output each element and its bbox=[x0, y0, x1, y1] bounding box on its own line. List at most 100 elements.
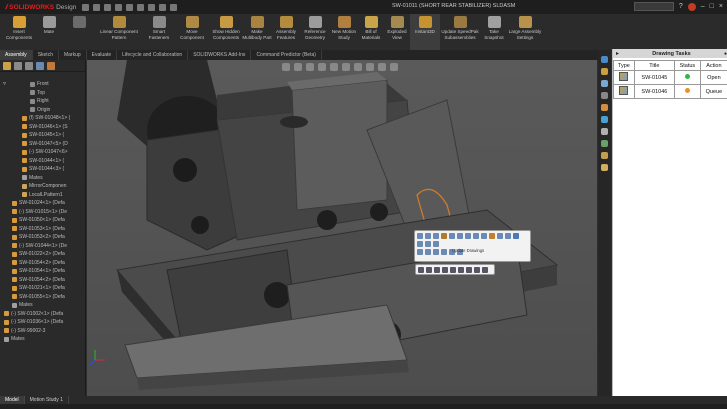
new-document-icon[interactable] bbox=[93, 3, 101, 11]
maximize-icon[interactable]: □ bbox=[710, 3, 714, 10]
ribbon-button[interactable]: Assembly Features bbox=[272, 14, 300, 50]
tree-item[interactable]: Origin bbox=[0, 106, 85, 115]
mate-context-icon[interactable] bbox=[457, 233, 463, 239]
component-filter-icon[interactable] bbox=[466, 267, 472, 273]
appearance-icon[interactable] bbox=[489, 233, 495, 239]
table-row[interactable]: SW-01045 Open bbox=[613, 70, 727, 85]
tree-item[interactable]: SW-01022<2> (Defa bbox=[0, 250, 85, 259]
vertex-filter-icon[interactable] bbox=[442, 267, 448, 273]
measure-icon[interactable] bbox=[441, 249, 447, 255]
update-drawings-icon[interactable] bbox=[513, 233, 519, 239]
custom-properties-icon[interactable] bbox=[601, 116, 608, 123]
column-header[interactable]: Status bbox=[673, 60, 701, 71]
sketch-icon[interactable] bbox=[417, 249, 423, 255]
tree-item[interactable]: (-) SW-01044<1> (De bbox=[0, 242, 85, 251]
normal-to-icon[interactable] bbox=[425, 241, 431, 247]
ribbon-button[interactable]: Make Multibody Part bbox=[242, 14, 272, 50]
appearances-icon[interactable] bbox=[601, 104, 608, 111]
tree-item[interactable]: SW-01024<1> (Defa bbox=[0, 199, 85, 208]
ribbon-button[interactable]: Mate bbox=[34, 14, 64, 50]
select-icon[interactable] bbox=[148, 3, 156, 11]
tree-item[interactable]: (-) SW-01015<1> (De bbox=[0, 208, 85, 217]
tree-item[interactable]: MirrorComponen bbox=[0, 182, 85, 191]
tree-item[interactable]: SW-01047<5> (D bbox=[0, 140, 85, 149]
solidworks-resources-icon[interactable] bbox=[601, 56, 608, 63]
ribbon-button[interactable]: New Motion Study bbox=[330, 14, 358, 50]
action-cell[interactable]: Open bbox=[699, 70, 727, 85]
plane-filter-icon[interactable] bbox=[450, 267, 456, 273]
ribbon-button[interactable]: Show Hidden Components bbox=[210, 14, 242, 50]
tree-item[interactable]: SW-01053<1> (Defa bbox=[0, 225, 85, 234]
ribbon-button[interactable]: Linear Component Pattern bbox=[94, 14, 144, 50]
drawing-tasks-icon[interactable] bbox=[601, 152, 608, 159]
zoom-selection-icon[interactable] bbox=[417, 241, 423, 247]
float-icon[interactable] bbox=[481, 233, 487, 239]
rebuild-icon[interactable] bbox=[159, 3, 167, 11]
tree-item[interactable]: SW-01053<2> (Defa bbox=[0, 233, 85, 242]
undo-icon[interactable] bbox=[137, 3, 145, 11]
tree-item[interactable]: SW-01044<3> ( bbox=[0, 165, 85, 174]
tree-item[interactable]: (-) SW-01047<6> bbox=[0, 148, 85, 157]
column-header[interactable]: Type bbox=[613, 60, 635, 71]
print-icon[interactable] bbox=[126, 3, 134, 11]
assembly-model[interactable] bbox=[87, 60, 597, 396]
body-filter-icon[interactable] bbox=[474, 267, 480, 273]
ribbon-button[interactable]: Exploded View bbox=[384, 14, 410, 50]
save-icon[interactable] bbox=[115, 3, 123, 11]
tab-assembly[interactable]: Assembly bbox=[0, 50, 33, 60]
open-part-icon[interactable] bbox=[449, 233, 455, 239]
view-palette-icon[interactable] bbox=[601, 92, 608, 99]
hide-icon[interactable] bbox=[425, 233, 431, 239]
graphics-viewport[interactable]: Update Drawings bbox=[87, 60, 597, 396]
ribbon-button[interactable]: Large Assembly Settings bbox=[508, 14, 542, 50]
forum-icon[interactable] bbox=[601, 128, 608, 135]
ribbon-button[interactable]: Insert Components bbox=[4, 14, 34, 50]
tree-item[interactable]: SW-01044<1> ( bbox=[0, 157, 85, 166]
suppress-icon[interactable] bbox=[465, 233, 471, 239]
options-icon[interactable] bbox=[170, 3, 178, 11]
configuration-manager-icon[interactable] bbox=[25, 61, 33, 70]
tab-command-predictor-beta-[interactable]: Command Predictor (Beta) bbox=[251, 50, 322, 60]
open-icon[interactable] bbox=[104, 3, 112, 11]
tab-evaluate[interactable]: Evaluate bbox=[87, 50, 118, 60]
tree-item[interactable]: LocalLPattern1 bbox=[0, 191, 85, 200]
ribbon-button[interactable] bbox=[64, 14, 94, 50]
ribbon-button[interactable]: Instant3D bbox=[410, 14, 440, 50]
help-icon[interactable]: ? bbox=[679, 3, 683, 10]
3dexperience-icon[interactable] bbox=[601, 140, 608, 147]
tree-item[interactable]: (-) SW-01002<1> (Defa bbox=[0, 310, 85, 319]
dimxpert-icon[interactable] bbox=[36, 61, 44, 70]
tree-item[interactable]: Front bbox=[0, 80, 85, 89]
plugin-icon[interactable] bbox=[601, 164, 608, 171]
tree-item[interactable]: Right bbox=[0, 97, 85, 106]
ribbon-button[interactable]: Move Component bbox=[174, 14, 210, 50]
design-library-icon[interactable] bbox=[601, 68, 608, 75]
transparency-icon[interactable] bbox=[433, 233, 439, 239]
ribbon-button[interactable]: Take Snapshot bbox=[480, 14, 508, 50]
configure-icon[interactable] bbox=[473, 233, 479, 239]
tab-lifecycle-and-collaboration[interactable]: Lifecycle and Collaboration bbox=[117, 50, 189, 60]
tree-item[interactable]: SW-01045<1> ( bbox=[0, 131, 85, 140]
tree-item[interactable]: (-) SW-99002-3 bbox=[0, 327, 85, 336]
select-other-icon[interactable] bbox=[433, 241, 439, 247]
face-filter-icon[interactable] bbox=[434, 267, 440, 273]
minimize-icon[interactable]: – bbox=[701, 3, 705, 10]
tree-item[interactable]: Top bbox=[0, 89, 85, 98]
feature-manager-icon[interactable] bbox=[3, 61, 11, 70]
bottom-tab-motion-study-1[interactable]: Motion Study 1 bbox=[25, 396, 69, 404]
comment-icon[interactable] bbox=[433, 249, 439, 255]
filter-icon[interactable]: ▿ bbox=[3, 81, 6, 87]
column-header[interactable]: Action bbox=[699, 60, 727, 71]
tree-item[interactable]: SW-01054<2> (Defa bbox=[0, 276, 85, 285]
display-manager-icon[interactable] bbox=[47, 61, 55, 70]
axis-filter-icon[interactable] bbox=[458, 267, 464, 273]
home-icon[interactable] bbox=[82, 3, 90, 11]
app-logo[interactable]: ⅈ SOLIDWORKS Design bbox=[5, 3, 76, 12]
tree-item[interactable]: Mates bbox=[0, 335, 85, 344]
tree-item[interactable]: SW-01055<1> (Defa bbox=[0, 293, 85, 302]
ribbon-button[interactable]: Smart Fasteners bbox=[144, 14, 174, 50]
tab-markup[interactable]: Markup bbox=[59, 50, 87, 60]
action-cell[interactable]: Queue bbox=[699, 84, 727, 99]
tree-item[interactable]: Mates bbox=[0, 301, 85, 310]
tree-item[interactable]: SW-01050<1> (Defa bbox=[0, 216, 85, 225]
